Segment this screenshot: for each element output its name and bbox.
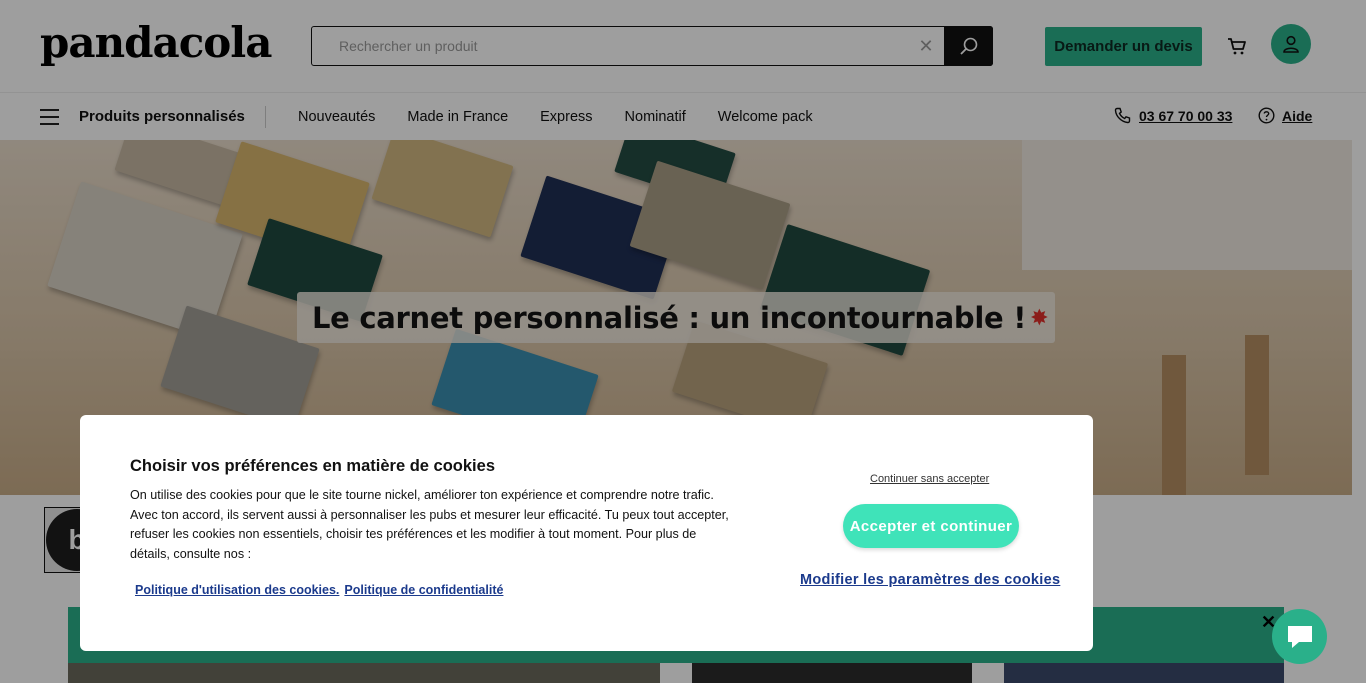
continue-without-accepting-link[interactable]: Continuer sans accepter bbox=[870, 473, 989, 485]
cookie-description: On utilise des cookies pour que le site … bbox=[130, 488, 729, 561]
cookie-dialog: Choisir vos préférences en matière de co… bbox=[80, 415, 1093, 651]
cookie-settings-link[interactable]: Modifier les paramètres des cookies bbox=[800, 572, 1060, 588]
cookie-title: Choisir vos préférences en matière de co… bbox=[130, 457, 495, 475]
accept-cookies-button[interactable]: Accepter et continuer bbox=[843, 504, 1019, 548]
privacy-policy-link[interactable]: Politique de confidentialité bbox=[344, 583, 503, 597]
chat-icon bbox=[1287, 625, 1312, 648]
cookie-policy-links: Politique d'utilisation des cookies. Pol… bbox=[135, 583, 503, 597]
cookie-policy-link[interactable]: Politique d'utilisation des cookies. bbox=[135, 583, 339, 597]
chat-button[interactable] bbox=[1272, 609, 1327, 664]
